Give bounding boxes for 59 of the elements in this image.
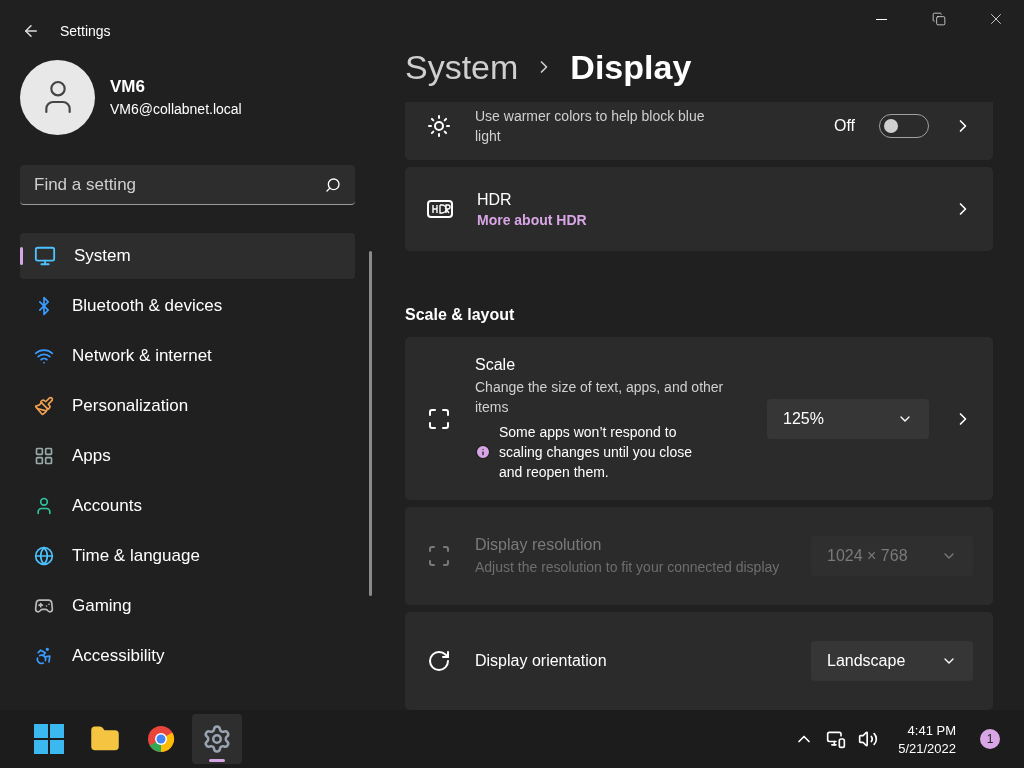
section-heading: Scale & layout <box>405 306 516 324</box>
volume-icon[interactable] <box>858 729 879 749</box>
setting-title: HDR <box>477 190 513 209</box>
setting-title: Display orientation <box>475 652 608 670</box>
gamepad-icon <box>34 596 54 616</box>
scrollbar[interactable] <box>369 251 372 596</box>
setting-title: Scale <box>475 355 517 374</box>
nav-item[interactable]: Accessibility <box>20 633 355 679</box>
scale-icon <box>427 406 451 431</box>
clock-date[interactable]: 5/21/2022 <box>898 740 956 756</box>
accessibility-icon <box>34 646 54 666</box>
minimize-icon <box>876 18 887 20</box>
network-icon[interactable] <box>826 729 847 749</box>
setting-description: Change the size of text, apps, and other items <box>475 377 725 417</box>
dropdown[interactable]: Landscape <box>811 641 973 681</box>
clock-time[interactable]: 4:41 PM <box>907 722 956 738</box>
setting-link[interactable]: More about HDR <box>477 211 929 228</box>
rotate-screen-icon <box>427 649 451 673</box>
resolution-icon <box>427 544 451 568</box>
wifi-icon <box>34 346 54 366</box>
sun-icon <box>427 114 451 138</box>
nav-item[interactable]: Personalization <box>20 383 355 429</box>
nav-item[interactable]: Network & internet <box>20 333 355 379</box>
monitor-icon <box>34 245 56 267</box>
window-title: Settings <box>60 23 111 39</box>
dropdown[interactable]: 125% <box>767 398 929 439</box>
search-field[interactable]: Find a setting <box>20 165 355 205</box>
account-name: VM6 <box>110 77 146 97</box>
setting-card[interactable]: Scale Change the size of text, apps, and other items Some apps won’t respond to scaling changes until you close and reopen them. 125% <box>405 337 993 500</box>
globe-icon <box>34 546 54 566</box>
setting-note: Some apps won’t respond to scaling changes until you close and reopen them. <box>499 422 693 482</box>
info-icon <box>475 443 491 460</box>
toggle-state: Off <box>833 117 855 135</box>
setting-title: Display resolution <box>475 535 603 554</box>
page-title: Display <box>570 47 692 87</box>
setting-card[interactable]: HDR More about HDR <box>405 167 993 251</box>
breadcrumb-parent[interactable]: System <box>405 47 519 87</box>
gear-icon <box>202 724 232 754</box>
notification-badge[interactable]: 1 <box>980 729 1000 749</box>
nav-item[interactable]: Bluetooth & devices <box>20 283 355 329</box>
account-email: VM6@collabnet.local <box>110 101 242 117</box>
setting-description: Use warmer colors to help block blue light <box>475 107 706 146</box>
nav-item[interactable]: Gaming <box>20 583 355 629</box>
hdr-icon <box>427 200 453 218</box>
apps-grid-icon <box>34 446 54 466</box>
search-icon <box>325 177 341 193</box>
restore-icon <box>931 12 946 26</box>
setting-card[interactable]: Use warmer colors to help block blue light Off <box>405 102 993 160</box>
person-icon <box>34 496 54 516</box>
nav-item[interactable]: Apps <box>20 433 355 479</box>
taskbar-app[interactable] <box>192 714 242 764</box>
nav-item[interactable]: Time & language <box>20 533 355 579</box>
paintbrush-icon <box>34 396 54 416</box>
nav-item[interactable]: Accounts <box>20 483 355 529</box>
nav-item[interactable]: System <box>20 233 355 279</box>
browser-icon <box>147 725 175 753</box>
windows-logo-icon <box>34 724 64 754</box>
setting-description: Adjust the resolution to fit your connected display <box>475 557 781 577</box>
setting-card[interactable]: Display orientation Landscape <box>405 612 993 710</box>
